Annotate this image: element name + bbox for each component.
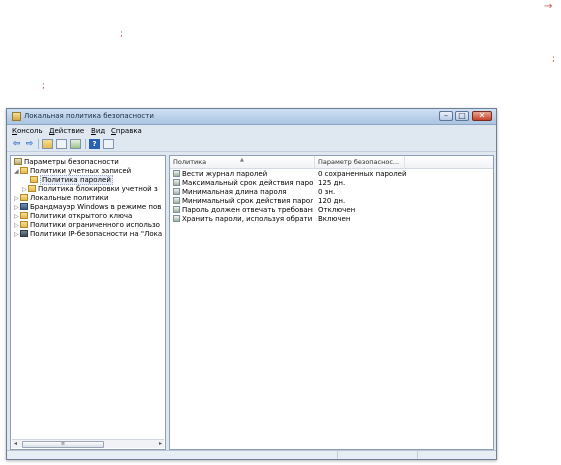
window-title: Локальная политика безопасности: [24, 112, 154, 120]
tree-item-local-policies[interactable]: ▷ Локальные политики: [14, 194, 109, 203]
folder-icon: [20, 221, 28, 228]
menu-help[interactable]: Справка: [111, 127, 142, 135]
status-divider: [417, 451, 418, 459]
scroll-thumb[interactable]: ≡: [22, 441, 104, 448]
folder-icon: [20, 212, 28, 219]
toolbar: ⇦ ⇨ ?: [7, 137, 496, 152]
tree-horizontal-scrollbar[interactable]: ◂ ≡ ▸: [12, 439, 164, 448]
back-arrow-icon[interactable]: ⇦: [11, 139, 22, 149]
status-divider: [337, 451, 338, 459]
policy-list[interactable]: Политика ▲ Параметр безопаснос... Вести …: [169, 155, 494, 450]
ip-security-icon: [20, 230, 28, 237]
column-header-security-setting[interactable]: Параметр безопаснос...: [315, 156, 405, 168]
sort-up-icon: ▲: [240, 157, 244, 163]
firewall-icon: [20, 203, 28, 210]
status-bar: [7, 450, 496, 459]
tree-item-software-restriction[interactable]: ▷ Политики ограниченного использо: [14, 221, 160, 230]
list-item[interactable]: Минимальный срок действия пароля 120 дн.: [170, 197, 493, 206]
tree-item-public-key-policies[interactable]: ▷ Политики открытого ключа: [14, 212, 132, 221]
close-button[interactable]: ✕: [472, 111, 492, 121]
app-icon: [12, 112, 21, 121]
tree-item-password-policy[interactable]: Политика паролей: [30, 175, 113, 185]
folder-icon: [20, 167, 28, 174]
menu-bar: Консоль Действие Вид Справка: [7, 125, 496, 136]
tree-item-windows-firewall[interactable]: ▷ Брандмауэр Windows в режиме пов: [14, 203, 161, 212]
column-header-policy[interactable]: Политика ▲: [170, 156, 315, 168]
policy-icon: [173, 206, 180, 213]
policy-icon: [173, 215, 180, 222]
list-header: Политика ▲ Параметр безопаснос...: [170, 156, 493, 169]
tree-item-ip-security[interactable]: ▷ Политики IP-безопасности на "Лока: [14, 230, 162, 239]
stray-arrow-mark: →: [544, 1, 553, 12]
policy-icon: [173, 197, 180, 204]
scroll-right-icon[interactable]: ▸: [159, 440, 162, 448]
list-item[interactable]: Хранить пароли, используя обрати... Вклю…: [170, 215, 493, 224]
menu-console[interactable]: Консоль: [12, 127, 43, 135]
export-list-icon[interactable]: [70, 139, 81, 149]
menu-action[interactable]: Действие: [49, 127, 84, 135]
list-item[interactable]: Минимальная длина пароля 0 зн.: [170, 188, 493, 197]
list-item[interactable]: Вести журнал паролей 0 сохраненных парол…: [170, 170, 493, 179]
policy-icon: [173, 188, 180, 195]
up-folder-icon[interactable]: [42, 139, 53, 149]
tree-item-lockout-policy[interactable]: ▷ Политика блокировки учетной з: [22, 185, 158, 194]
stray-mark: ;: [42, 81, 46, 91]
stray-mark: ;: [120, 29, 124, 39]
toolbar-separator: [85, 139, 86, 149]
show-hide-tree-icon[interactable]: [56, 139, 67, 149]
folder-icon: [20, 194, 28, 201]
menu-view[interactable]: Вид: [91, 127, 105, 135]
scroll-left-icon[interactable]: ◂: [14, 440, 17, 448]
toolbar-separator: [38, 139, 39, 149]
local-security-policy-window: Локальная политика безопасности – □ ✕ Ко…: [6, 108, 497, 460]
list-item[interactable]: Максимальный срок действия паро... 125 д…: [170, 179, 493, 188]
folder-icon: [28, 185, 36, 192]
properties-icon[interactable]: [103, 139, 114, 149]
list-item[interactable]: Пароль должен отвечать требовани... Откл…: [170, 206, 493, 215]
forward-arrow-icon[interactable]: ⇨: [24, 139, 35, 149]
title-bar[interactable]: Локальная политика безопасности – □ ✕: [7, 109, 496, 125]
help-icon[interactable]: ?: [89, 139, 100, 149]
minimize-button[interactable]: –: [439, 111, 453, 121]
folder-icon: [30, 176, 38, 183]
policy-icon: [173, 179, 180, 186]
security-settings-icon: [14, 158, 22, 165]
stray-mark: ;: [552, 54, 556, 64]
console-tree[interactable]: Параметры безопасности ◢ Политики учетных…: [10, 155, 166, 450]
policy-icon: [173, 170, 180, 177]
maximize-button[interactable]: □: [455, 111, 469, 121]
tree-item-security-settings[interactable]: Параметры безопасности: [14, 158, 119, 167]
